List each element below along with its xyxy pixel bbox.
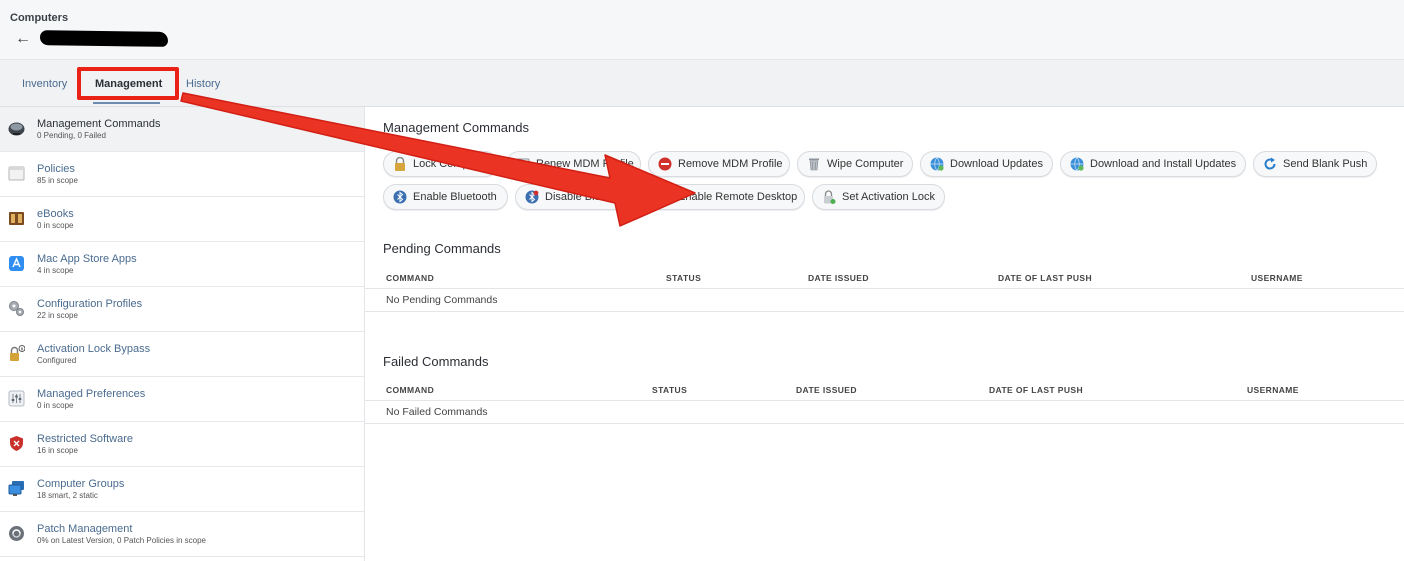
pending-col-status[interactable]: STATUS [666,273,701,283]
shield-icon [10,436,23,451]
divider [365,400,1404,401]
computers-icon [8,481,24,496]
sliders-icon [8,390,25,407]
lock-computer-button[interactable]: Lock Computer [383,151,498,177]
sidebar-item-title: Configuration Profiles [37,298,143,310]
lock-info-icon [10,345,25,361]
sidebar-item-mac-app-store-apps[interactable]: Mac App Store Apps 4 in scope [0,242,364,287]
sidebar-item-title: eBooks [37,208,74,220]
wipe-computer-button[interactable]: Wipe Computer [797,151,913,177]
sidebar-item-subtitle: Configured [37,356,77,365]
sidebar-item-title: Restricted Software [37,433,133,445]
divider [365,288,1404,289]
sidebar: Management Commands 0 Pending, 0 Failed … [0,107,365,561]
redacted-computer-name [39,30,169,47]
sidebar-item-title: Patch Management [37,523,133,535]
pending-col-date-last-push[interactable]: DATE OF LAST PUSH [998,273,1092,283]
pending-col-command[interactable]: COMMAND [386,273,434,283]
set-activation-lock-button[interactable]: Set Activation Lock [812,184,945,210]
sidebar-item-subtitle: 0 Pending, 0 Failed [37,131,106,140]
gears-icon [9,301,24,316]
failed-col-username[interactable]: USERNAME [1247,385,1299,395]
terminal-icon [8,122,25,136]
tab-bar: Inventory Management History [0,60,1404,107]
bluetooth-off-icon [525,190,539,204]
divider [365,311,1404,312]
failed-commands-title: Failed Commands [383,354,489,369]
pending-commands-title: Pending Commands [383,241,501,256]
sidebar-item-patch-management[interactable]: Patch Management 0% on Latest Version, 0… [0,512,364,557]
activation-lock-icon [824,190,836,204]
sidebar-item-title: Management Commands [37,118,161,130]
sidebar-item-subtitle: 22 in scope [37,311,78,320]
tab-history[interactable]: History [186,78,220,90]
failed-col-date-issued[interactable]: DATE ISSUED [796,385,857,395]
remove-icon [658,157,672,171]
disable-bluetooth-button[interactable]: Disable Bluetooth [515,184,641,210]
sidebar-item-subtitle: 0 in scope [37,401,74,410]
push-refresh-icon [1264,157,1276,170]
globe-download-icon [930,157,944,171]
document-icon [8,166,25,181]
sidebar-item-title: Managed Preferences [37,388,146,400]
management-commands-title: Management Commands [383,120,529,135]
bluetooth-icon [393,190,407,204]
book-icon [9,212,24,225]
download-and-install-updates-button[interactable]: Download and Install Updates [1060,151,1246,177]
app-store-icon [9,256,24,271]
enable-remote-desktop-button[interactable]: Enable Remote Desktop [648,184,805,210]
download-updates-button[interactable]: Download Updates [920,151,1053,177]
pending-col-date-issued[interactable]: DATE ISSUED [808,273,869,283]
sidebar-item-computer-groups[interactable]: Computer Groups 18 smart, 2 static [0,467,364,512]
management-tab-highlight [77,67,179,100]
globe-install-icon [1070,157,1084,171]
sidebar-item-title: Activation Lock Bypass [37,343,151,355]
sidebar-item-restricted-software[interactable]: Restricted Software 16 in scope [0,422,364,467]
sidebar-item-subtitle: 85 in scope [37,176,78,185]
sidebar-item-policies[interactable]: Policies 85 in scope [0,152,364,197]
remote-desktop-icon [658,191,672,203]
sidebar-item-subtitle: 16 in scope [37,446,78,455]
sidebar-item-subtitle: 4 in scope [37,266,74,275]
back-arrow-icon[interactable]: ← [15,30,31,48]
failed-col-command[interactable]: COMMAND [386,385,434,395]
tab-inventory[interactable]: Inventory [22,78,67,90]
sidebar-item-subtitle: 18 smart, 2 static [37,491,98,500]
page-header: Computers ← [0,0,1404,60]
failed-col-date-last-push[interactable]: DATE OF LAST PUSH [989,385,1083,395]
sidebar-item-title: Computer Groups [37,478,125,490]
refresh-profile-icon [516,158,530,170]
enable-bluetooth-button[interactable]: Enable Bluetooth [383,184,508,210]
active-tab-indicator [93,102,160,104]
sidebar-item-title: Policies [37,163,75,175]
divider [365,423,1404,424]
breadcrumb[interactable]: Computers [10,12,68,24]
pending-col-username[interactable]: USERNAME [1251,273,1303,283]
failed-col-status[interactable]: STATUS [652,385,687,395]
patch-icon [9,526,24,541]
sidebar-item-ebooks[interactable]: eBooks 0 in scope [0,197,364,242]
trash-icon [809,158,819,171]
remove-mdm-profile-button[interactable]: Remove MDM Profile [648,151,790,177]
sidebar-item-title: Mac App Store Apps [37,253,137,265]
sidebar-item-managed-preferences[interactable]: Managed Preferences 0 in scope [0,377,364,422]
sidebar-item-configuration-profiles[interactable]: Configuration Profiles 22 in scope [0,287,364,332]
sidebar-item-management-commands[interactable]: Management Commands 0 Pending, 0 Failed [0,107,364,152]
sidebar-item-subtitle: 0% on Latest Version, 0 Patch Policies i… [37,536,206,545]
send-blank-push-button[interactable]: Send Blank Push [1253,151,1377,177]
sidebar-item-activation-lock-bypass[interactable]: Activation Lock Bypass Configured [0,332,364,377]
renew-mdm-profile-button[interactable]: Renew MDM Profile [506,151,641,177]
failed-empty-message: No Failed Commands [386,406,488,418]
lock-icon [395,157,405,171]
sidebar-item-subtitle: 0 in scope [37,221,74,230]
pending-empty-message: No Pending Commands [386,294,498,306]
